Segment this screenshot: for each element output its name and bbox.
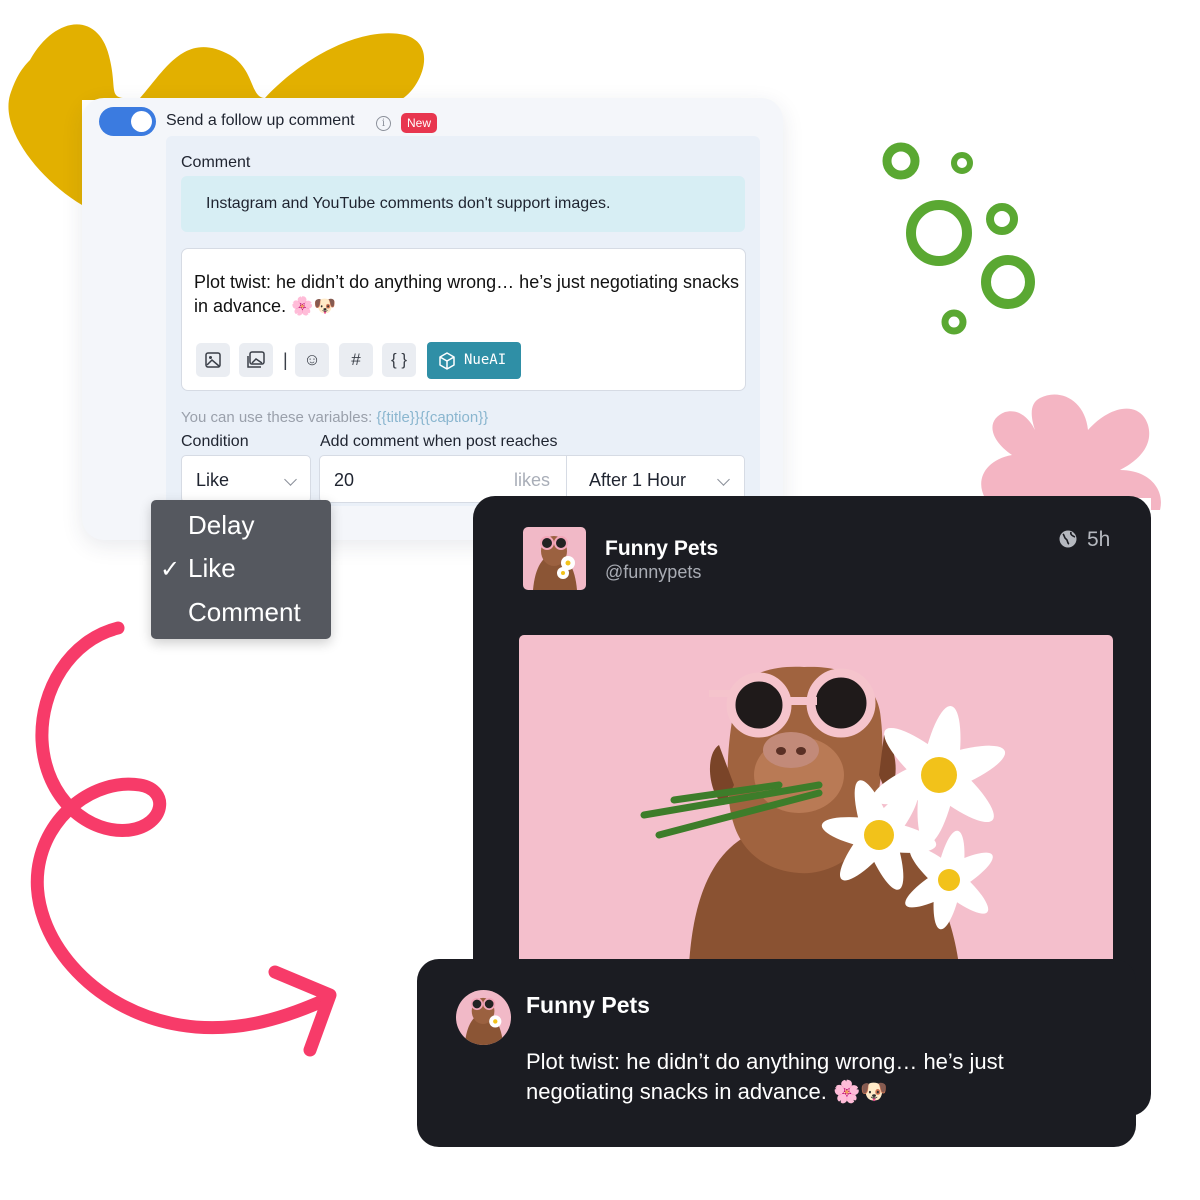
pink-squiggle-arrow bbox=[30, 621, 332, 1035]
info-banner: Instagram and YouTube comments don't sup… bbox=[181, 176, 745, 232]
variable-caption[interactable]: {{caption}} bbox=[420, 409, 488, 426]
info-icon[interactable]: i bbox=[376, 116, 391, 131]
variables-hint-text: You can use these variables: bbox=[181, 409, 373, 426]
condition-value: Like bbox=[196, 470, 230, 490]
post-timestamp: 5h bbox=[1087, 528, 1111, 551]
reach-unit: likes bbox=[514, 470, 551, 490]
dropdown-option-delay[interactable]: Delay bbox=[188, 510, 254, 541]
post-image[interactable] bbox=[519, 635, 1113, 965]
green-bubbles bbox=[882, 142, 1035, 335]
comment-avatar[interactable] bbox=[456, 990, 511, 1045]
variable-title[interactable]: {{title}} bbox=[376, 409, 419, 426]
comment-author-name[interactable]: Funny Pets bbox=[526, 992, 650, 1019]
profile-avatar[interactable] bbox=[523, 527, 586, 590]
comment-body: Plot twist: he didn’t do anything wrong…… bbox=[526, 1049, 1004, 1104]
post-author-name[interactable]: Funny Pets bbox=[605, 537, 718, 561]
toggle-knob bbox=[131, 111, 152, 132]
hashtag-icon[interactable]: # bbox=[339, 343, 373, 377]
comment-text[interactable]: Plot twist: he didn’t do anything wrong…… bbox=[194, 270, 739, 318]
variables-hint: You can use these variables: {{title}}{{… bbox=[181, 409, 488, 426]
follow-up-toggle[interactable] bbox=[99, 107, 156, 136]
timing-value: After 1 Hour bbox=[589, 470, 687, 490]
variables-icon[interactable]: { } bbox=[382, 343, 416, 377]
condition-select[interactable]: Like bbox=[181, 455, 311, 503]
nueai-button[interactable]: NueAI bbox=[427, 342, 521, 379]
comment-label: Comment bbox=[181, 154, 251, 171]
checkmark-icon: ✓ bbox=[160, 556, 181, 583]
dog-with-flowers-photo bbox=[640, 666, 1006, 965]
reach-label: Add comment when post reaches bbox=[320, 433, 558, 450]
image-icon[interactable] bbox=[196, 343, 230, 377]
dropdown-option-comment[interactable]: Comment bbox=[188, 597, 301, 628]
dropdown-option-like[interactable]: Like bbox=[188, 553, 236, 584]
chevron-down-icon bbox=[284, 473, 297, 486]
pink-flower-shape bbox=[981, 394, 1161, 510]
toolbar-separator: | bbox=[283, 350, 288, 370]
gallery-icon[interactable] bbox=[239, 343, 273, 377]
new-badge: New bbox=[401, 113, 438, 133]
post-author-handle[interactable]: @funnypets bbox=[605, 562, 701, 583]
info-banner-text: Instagram and YouTube comments don't sup… bbox=[206, 195, 611, 212]
emoji-icon[interactable]: ☺ bbox=[295, 343, 329, 377]
reach-count-value: 20 bbox=[334, 470, 355, 490]
globe-icon bbox=[1059, 530, 1077, 548]
chevron-down-icon bbox=[717, 473, 730, 486]
condition-label: Condition bbox=[181, 433, 249, 450]
condition-dropdown-menu: Delay ✓ Like Comment bbox=[151, 500, 331, 639]
follow-up-label: Send a follow up comment bbox=[166, 112, 355, 129]
nueai-label: NueAI bbox=[464, 352, 507, 368]
cube-icon bbox=[439, 352, 455, 370]
